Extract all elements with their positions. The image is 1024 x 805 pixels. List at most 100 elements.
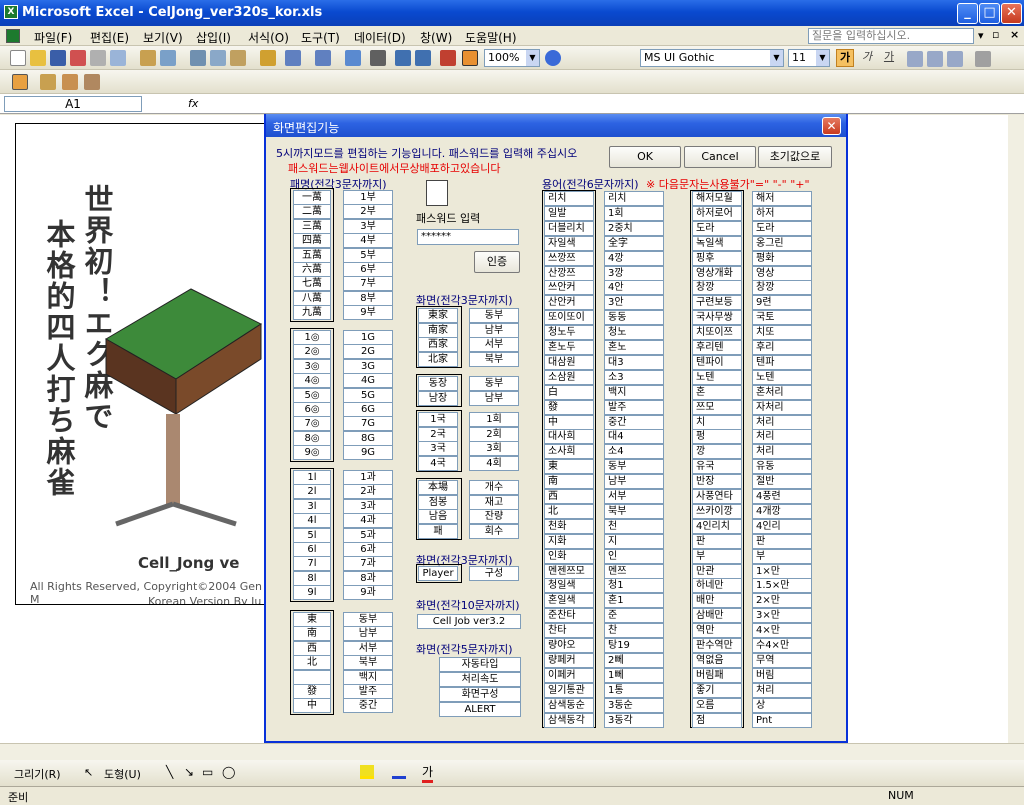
draw-menu[interactable]: 그리기(R) <box>14 766 61 782</box>
yaku-alias-input[interactable]: 대3 <box>604 355 664 370</box>
yaku-alias-input[interactable]: 서부 <box>604 489 664 504</box>
yaku-name-cell[interactable]: 반장 <box>692 474 742 489</box>
yaku-alias-input[interactable]: 3안 <box>604 295 664 310</box>
pai-name-cell[interactable]: 三萬 <box>293 219 331 234</box>
pai-alias-input[interactable]: 1과 <box>343 470 393 485</box>
underline-button[interactable]: 가 <box>880 49 898 67</box>
menu-edit[interactable]: 편집(E) <box>90 29 129 46</box>
pai-alias-input[interactable]: 백지 <box>343 670 393 685</box>
yaku-name-cell[interactable]: 하저로어 <box>692 206 742 221</box>
line-icon[interactable]: ╲ <box>166 765 173 779</box>
screen-alias-input[interactable]: 북부 <box>469 352 519 367</box>
yaku-alias-input[interactable]: 4풍련 <box>752 489 812 504</box>
screen-alias-input[interactable]: 남부 <box>469 323 519 338</box>
yaku-alias-input[interactable]: 탕19 <box>604 638 664 653</box>
yaku-name-cell[interactable]: 판수역만 <box>692 638 742 653</box>
sort-descending-icon[interactable] <box>415 50 431 66</box>
screen5-input[interactable]: 화면구성 <box>439 687 521 702</box>
yaku-alias-input[interactable]: 처리 <box>752 415 812 430</box>
yaku-alias-input[interactable]: 상 <box>752 698 812 713</box>
yaku-name-cell[interactable]: 텐파이 <box>692 355 742 370</box>
yaku-alias-input[interactable]: 해저 <box>752 191 812 206</box>
pai-name-cell[interactable]: 1l <box>293 470 331 485</box>
yaku-name-cell[interactable]: 쓰카이깡 <box>692 504 742 519</box>
font-select[interactable]: MS UI Gothic ▼ <box>640 49 784 67</box>
pai-name-cell[interactable]: 五萬 <box>293 248 331 263</box>
yaku-name-cell[interactable]: 만관 <box>692 564 742 579</box>
yaku-alias-input[interactable]: 소4 <box>604 444 664 459</box>
track-icon[interactable] <box>84 74 100 90</box>
yaku-alias-input[interactable]: 찬 <box>604 623 664 638</box>
yaku-name-cell[interactable]: 청일색 <box>544 578 594 593</box>
yaku-name-cell[interactable]: 일기통관 <box>544 683 594 698</box>
screen-name-cell[interactable]: 東家 <box>418 308 458 323</box>
pai-name-cell[interactable]: 3◎ <box>293 359 331 374</box>
yaku-name-cell[interactable]: 산안커 <box>544 295 594 310</box>
yaku-name-cell[interactable]: 산깡쯔 <box>544 266 594 281</box>
close-doc-icon[interactable]: × <box>1010 28 1019 41</box>
pai-name-cell[interactable]: 西 <box>293 641 331 656</box>
yaku-name-cell[interactable]: 깡 <box>692 444 742 459</box>
pai-alias-input[interactable]: 9G <box>343 445 393 460</box>
yaku-alias-input[interactable]: 옹그린 <box>752 236 812 251</box>
yaku-alias-input[interactable]: 버림 <box>752 668 812 683</box>
pai-name-cell[interactable]: 北 <box>293 655 331 670</box>
yaku-alias-input[interactable]: 3깡 <box>604 266 664 281</box>
align-right-icon[interactable] <box>947 51 963 67</box>
yaku-alias-input[interactable]: 백지 <box>604 385 664 400</box>
pai-name-cell[interactable]: 3l <box>293 499 331 514</box>
pai-alias-input[interactable]: 3부 <box>343 219 393 234</box>
pai-alias-input[interactable]: 8G <box>343 431 393 446</box>
pai-alias-input[interactable]: 2부 <box>343 204 393 219</box>
yaku-name-cell[interactable]: 국사무쌍 <box>692 310 742 325</box>
pai-name-cell[interactable] <box>293 670 331 685</box>
pai-name-cell[interactable]: 6l <box>293 542 331 557</box>
yaku-name-cell[interactable]: 량야오 <box>544 638 594 653</box>
document-icon[interactable] <box>6 29 20 43</box>
pai-name-cell[interactable]: 二萬 <box>293 204 331 219</box>
align-left-icon[interactable] <box>907 51 923 67</box>
yaku-name-cell[interactable]: 구련보등 <box>692 295 742 310</box>
menu-view[interactable]: 보기(V) <box>143 29 183 46</box>
yaku-alias-input[interactable]: 2×만 <box>752 593 812 608</box>
yaku-name-cell[interactable]: 유국 <box>692 459 742 474</box>
yaku-alias-input[interactable]: 혼노 <box>604 340 664 355</box>
yaku-alias-input[interactable]: 9련 <box>752 295 812 310</box>
yaku-alias-input[interactable]: 1뻬 <box>604 668 664 683</box>
pai-alias-input[interactable]: 2과 <box>343 484 393 499</box>
yaku-alias-input[interactable]: 4깡 <box>604 251 664 266</box>
yaku-name-cell[interactable]: 혼노두 <box>544 340 594 355</box>
screen-name-cell[interactable]: 4국 <box>418 456 458 471</box>
horizontal-scrollbar[interactable] <box>0 743 1024 760</box>
auth-button[interactable]: 인증 <box>474 251 520 273</box>
pai-alias-input[interactable]: 서부 <box>343 641 393 656</box>
borders-icon[interactable] <box>975 51 991 67</box>
yaku-alias-input[interactable]: 발주 <box>604 400 664 415</box>
yaku-name-cell[interactable]: 東 <box>544 459 594 474</box>
yaku-name-cell[interactable]: 멘젠쯔모 <box>544 564 594 579</box>
yaku-name-cell[interactable]: 역만 <box>692 623 742 638</box>
yaku-alias-input[interactable]: 도라 <box>752 221 812 236</box>
screen10-input[interactable]: Cell Job ver3.2 <box>417 614 521 629</box>
yaku-name-cell[interactable]: 지화 <box>544 534 594 549</box>
screen-alias-input[interactable]: 구성 <box>469 566 519 581</box>
hyperlink-icon[interactable] <box>345 50 361 66</box>
font-size-select[interactable]: 11 ▼ <box>788 49 830 67</box>
yaku-alias-input[interactable]: 절반 <box>752 474 812 489</box>
pai-name-cell[interactable]: 8◎ <box>293 431 331 446</box>
yaku-name-cell[interactable]: 녹일색 <box>692 236 742 251</box>
yaku-alias-input[interactable]: 처리 <box>752 683 812 698</box>
yaku-alias-input[interactable]: 무역 <box>752 653 812 668</box>
yaku-name-cell[interactable]: 대삼원 <box>544 355 594 370</box>
yaku-name-cell[interactable]: 찬타 <box>544 623 594 638</box>
yaku-name-cell[interactable]: 노텐 <box>692 370 742 385</box>
yaku-alias-input[interactable]: 영상 <box>752 266 812 281</box>
menu-window[interactable]: 창(W) <box>420 29 452 46</box>
yaku-name-cell[interactable]: 쯔모 <box>692 400 742 415</box>
research-icon[interactable] <box>160 50 176 66</box>
yaku-name-cell[interactable]: 發 <box>544 400 594 415</box>
help-icon[interactable] <box>545 50 561 66</box>
zoom-select[interactable]: 100% ▼ <box>484 49 540 67</box>
pai-alias-input[interactable]: 9부 <box>343 305 393 320</box>
password-input[interactable]: ****** <box>417 229 519 245</box>
